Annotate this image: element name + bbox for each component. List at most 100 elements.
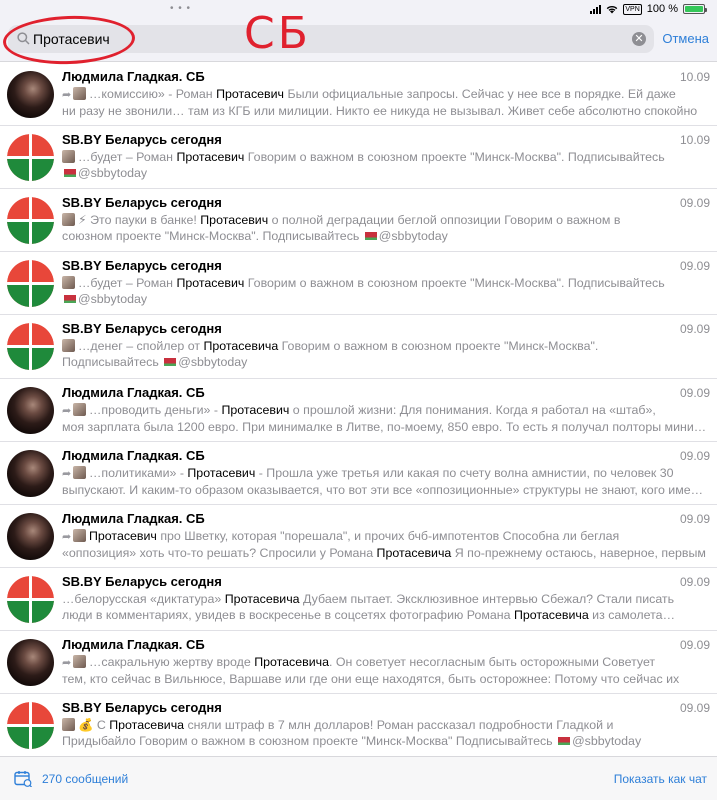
- sb-logo-avatar: [7, 134, 54, 181]
- preview-line: ➦ …сакральную жертву вроде Протасевича. О…: [62, 654, 707, 671]
- calendar-icon[interactable]: [14, 770, 32, 787]
- search-result-row[interactable]: SB.BY Беларусь сегодня 09.09 …будет – Рома…: [0, 252, 717, 315]
- avatar: [7, 71, 54, 118]
- sb-logo-avatar: [7, 260, 54, 307]
- preview-line: 💰 С Протасевича сняли штраф в 7 млн долл…: [62, 717, 707, 733]
- preview-line: «оппозиция» хоть что-то решать? Спросили…: [62, 545, 707, 561]
- cancel-button[interactable]: Отмена: [662, 31, 709, 46]
- highlighted-match: Протасевич: [176, 150, 245, 164]
- message-date: 10.09: [679, 133, 710, 147]
- highlighted-match: Протасевича: [254, 655, 329, 669]
- forward-icon: ➦: [62, 468, 72, 480]
- message-preview: ➦ …сакральную жертву вроде Протасевича. О…: [62, 654, 707, 688]
- highlighted-match: Протасевич: [89, 529, 157, 543]
- show-as-chat-button[interactable]: Показать как чат: [614, 772, 707, 786]
- message-preview: …будет – Роман Протасевич Говорим о важн…: [62, 275, 707, 309]
- multitask-dots[interactable]: • • •: [170, 3, 191, 14]
- cellular-signal-icon: [590, 4, 602, 14]
- battery-percent: 100 %: [646, 3, 678, 15]
- message-date: 09.09: [679, 259, 710, 273]
- message-date: 09.09: [679, 701, 710, 715]
- forward-icon: ➦: [62, 531, 72, 543]
- preview-text: Дубаем пытает. Эксклюзивное интервью Сбе…: [299, 592, 675, 606]
- search-result-row[interactable]: Людмила Гладкая. СБ 09.09 ➦ …сакральную жер…: [0, 631, 717, 694]
- preview-line: ни разу не звонили… там из КГБ или милиц…: [62, 103, 707, 119]
- message-date: 09.09: [679, 386, 710, 400]
- message-count: 270 сообщений: [42, 772, 129, 786]
- sb-logo-avatar: [7, 197, 54, 244]
- message-preview: 💰 С Протасевича сняли штраф в 7 млн долл…: [62, 717, 707, 751]
- search-results-list: Людмила Гладкая. СБ 10.09 ➦ …комиссию» - Ро…: [0, 63, 717, 757]
- preview-text: ни разу не звонили… там из КГБ или милиц…: [62, 104, 698, 118]
- highlighted-match: Протасевич: [187, 466, 256, 480]
- preview-text: люди в комментариях, увидев в воскресень…: [62, 608, 514, 622]
- preview-text: @sbbytoday: [178, 355, 248, 369]
- search-result-row[interactable]: Людмила Гладкая. СБ 10.09 ➦ …комиссию» - Ро…: [0, 63, 717, 126]
- message-preview: ➦ Протасевич про Шветку, которая "порешал…: [62, 528, 707, 562]
- belarus-flag-icon: [364, 232, 377, 240]
- media-thumbnail: [73, 87, 86, 100]
- preview-text: …комиссию» - Роман: [89, 87, 217, 101]
- preview-text: о полной деградации беглой оппозиции Гов…: [268, 213, 621, 227]
- status-bar: • • • VPN 100 %: [0, 0, 717, 20]
- message-date: 09.09: [679, 512, 710, 526]
- highlighted-match: Протасевич: [221, 403, 290, 417]
- preview-line: выпускают. И каким-то образом оказываетс…: [62, 482, 707, 498]
- avatar: [7, 450, 54, 497]
- sb-logo-avatar: [7, 576, 54, 623]
- search-result-row[interactable]: SB.BY Беларусь сегодня 09.09 💰 С Протасеви…: [0, 694, 717, 757]
- media-thumbnail: [73, 466, 86, 479]
- media-thumbnail: [62, 213, 75, 226]
- search-result-row[interactable]: Людмила Гладкая. СБ 09.09 ➦ …политиками» - …: [0, 442, 717, 505]
- search-result-row[interactable]: SB.BY Беларусь сегодня 09.09 ⚡ Это пауки в…: [0, 189, 717, 252]
- chat-title: SB.BY Беларусь сегодня: [62, 700, 222, 715]
- preview-text: о прошлой жизни: Для понимания. Когда я …: [289, 403, 656, 417]
- vpn-badge: VPN: [623, 3, 642, 15]
- media-thumbnail: [73, 655, 86, 668]
- chat-title: Людмила Гладкая. СБ: [62, 385, 205, 400]
- clear-search-icon[interactable]: ✕: [632, 32, 646, 46]
- avatar: [7, 639, 54, 686]
- search-result-row[interactable]: SB.BY Беларусь сегодня 09.09 …денег – спой…: [0, 315, 717, 379]
- forward-icon: ➦: [62, 89, 72, 101]
- preview-text: @sbbytoday: [378, 229, 448, 243]
- chat-title: Людмила Гладкая. СБ: [62, 511, 205, 526]
- preview-text: …проводить деньги» -: [89, 403, 222, 417]
- preview-text: ⚡ Это пауки в банке!: [78, 213, 201, 227]
- avatar: [7, 513, 54, 560]
- search-result-row[interactable]: SB.BY Беларусь сегодня 10.09 …будет – Рома…: [0, 126, 717, 189]
- bottom-bar: 270 сообщений Показать как чат: [0, 756, 717, 800]
- preview-text: союзном проекте "Минск-Москва". Подписыв…: [62, 229, 363, 243]
- message-preview: …денег – спойлер от Протасевича Говорим …: [62, 338, 707, 372]
- chat-title: Людмила Гладкая. СБ: [62, 637, 205, 652]
- search-result-row[interactable]: SB.BY Беларусь сегодня 09.09 …белорусская …: [0, 568, 717, 631]
- preview-text: @sbbytoday: [78, 292, 148, 306]
- highlighted-match: Протасевича: [203, 339, 279, 353]
- preview-text: «оппозиция» хоть что-то решать? Спросили…: [62, 546, 377, 560]
- status-indicators: VPN 100 %: [590, 3, 707, 15]
- preview-text: Подписывайтесь: [62, 355, 163, 369]
- message-preview: ➦ …проводить деньги» - Протасевич о прошл…: [62, 402, 707, 436]
- preview-line: Подписывайтесь @sbbytoday: [62, 354, 707, 370]
- preview-text: выпускают. И каким-то образом оказываетс…: [62, 483, 707, 497]
- preview-text: 💰 С: [78, 718, 110, 732]
- search-result-row[interactable]: Людмила Гладкая. СБ 09.09 ➦ …проводить день…: [0, 379, 717, 442]
- preview-line: …будет – Роман Протасевич Говорим о важн…: [62, 275, 707, 291]
- battery-icon: [683, 4, 707, 14]
- preview-line: …белорусская «диктатура» Протасевича Дуб…: [62, 591, 707, 607]
- preview-text: …будет – Роман: [78, 276, 177, 290]
- preview-text: из самолета…: [588, 608, 675, 622]
- highlighted-match: Протасевича: [376, 546, 452, 560]
- preview-text: Говорим о важном в союзном проекте "Минс…: [244, 276, 665, 290]
- search-result-row[interactable]: Людмила Гладкая. СБ 09.09 ➦ Протасевич про …: [0, 505, 717, 568]
- preview-text: Были официальные запросы. Сейчас у нее в…: [284, 87, 676, 101]
- preview-text: Говорим о важном в союзном проекте "Минс…: [278, 339, 599, 353]
- preview-text: Придыбайло Говорим о важном в союзном пр…: [62, 734, 557, 748]
- message-preview: ⚡ Это пауки в банке! Протасевич о полной…: [62, 212, 707, 246]
- preview-line: @sbbytoday: [62, 291, 707, 307]
- highlighted-match: Протасевича: [513, 608, 589, 622]
- message-date: 09.09: [679, 322, 710, 336]
- highlighted-match: Протасевич: [200, 213, 269, 227]
- preview-text: @sbbytoday: [78, 166, 148, 180]
- preview-text: …политиками» -: [89, 466, 188, 480]
